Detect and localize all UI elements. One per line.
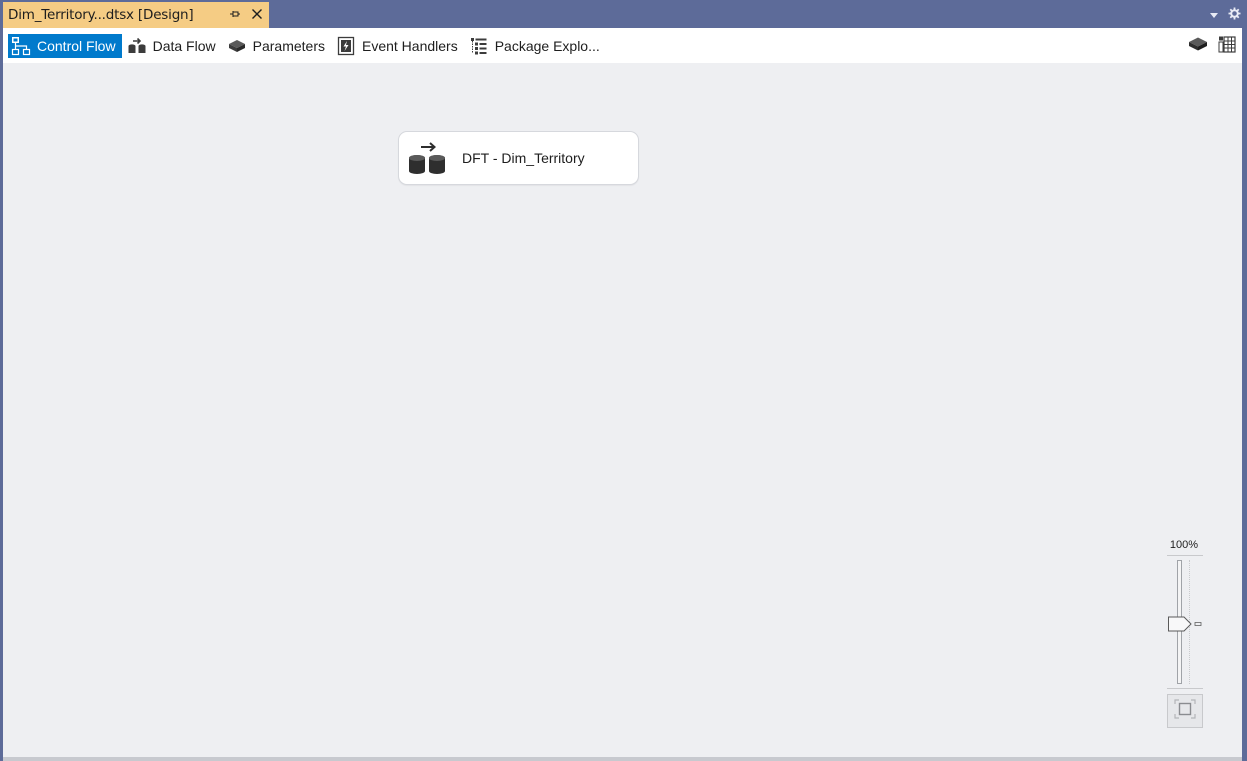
zoom-control: 100%: [1165, 535, 1205, 735]
document-tab-title: Dim_Territory...dtsx [Design]: [8, 7, 194, 23]
control-flow-icon: [11, 36, 31, 56]
tab-parameters-label: Parameters: [252, 37, 325, 54]
data-flow-icon: [127, 36, 147, 56]
event-handlers-icon: [336, 36, 356, 56]
tab-parameters[interactable]: Parameters: [224, 34, 331, 58]
zoom-divider: [1167, 688, 1203, 689]
tab-event-handlers[interactable]: Event Handlers: [333, 34, 464, 58]
tab-control-flow-label: Control Flow: [37, 37, 116, 54]
ssis-designer-window: Dim_Territory...dtsx [Design] Control Fl…: [0, 0, 1247, 761]
data-flow-task-label: DFT - Dim_Territory: [462, 150, 585, 166]
package-designer: Control Flow Data Flow Parameters Event …: [3, 28, 1242, 757]
zoom-divider: [1167, 555, 1203, 556]
tab-package-explorer[interactable]: Package Explo...: [466, 34, 606, 58]
gear-icon[interactable]: [1228, 5, 1241, 24]
control-flow-canvas[interactable]: DFT - Dim_Territory 100%: [3, 63, 1242, 757]
tab-data-flow[interactable]: Data Flow: [124, 34, 222, 58]
pin-icon[interactable]: [227, 5, 243, 23]
close-icon[interactable]: [248, 5, 266, 23]
document-tab-strip: Dim_Territory...dtsx [Design]: [0, 0, 1247, 28]
tab-control-flow[interactable]: Control Flow: [8, 33, 122, 58]
variables-icon[interactable]: [1188, 35, 1208, 57]
chevron-down-icon[interactable]: [1208, 5, 1220, 24]
zoom-level-label: 100%: [1169, 539, 1199, 551]
document-tab[interactable]: Dim_Territory...dtsx [Design]: [3, 2, 269, 28]
table-grid-icon[interactable]: [1218, 35, 1236, 57]
tab-event-handlers-label: Event Handlers: [361, 37, 458, 54]
zoom-to-fit-button[interactable]: [1167, 694, 1203, 728]
data-flow-task[interactable]: DFT - Dim_Territory: [398, 131, 639, 185]
parameters-icon: [227, 36, 247, 56]
zoom-slider-thumb[interactable]: [1168, 616, 1202, 632]
tab-package-explorer-label: Package Explo...: [494, 37, 600, 54]
designer-bottom-edge: [3, 757, 1242, 761]
package-explorer-icon: [469, 36, 489, 56]
designer-tab-bar: Control Flow Data Flow Parameters Event …: [3, 28, 1242, 63]
data-flow-task-icon: [406, 138, 450, 178]
zoom-to-fit-icon: [1174, 699, 1196, 723]
tab-data-flow-label: Data Flow: [152, 37, 216, 54]
